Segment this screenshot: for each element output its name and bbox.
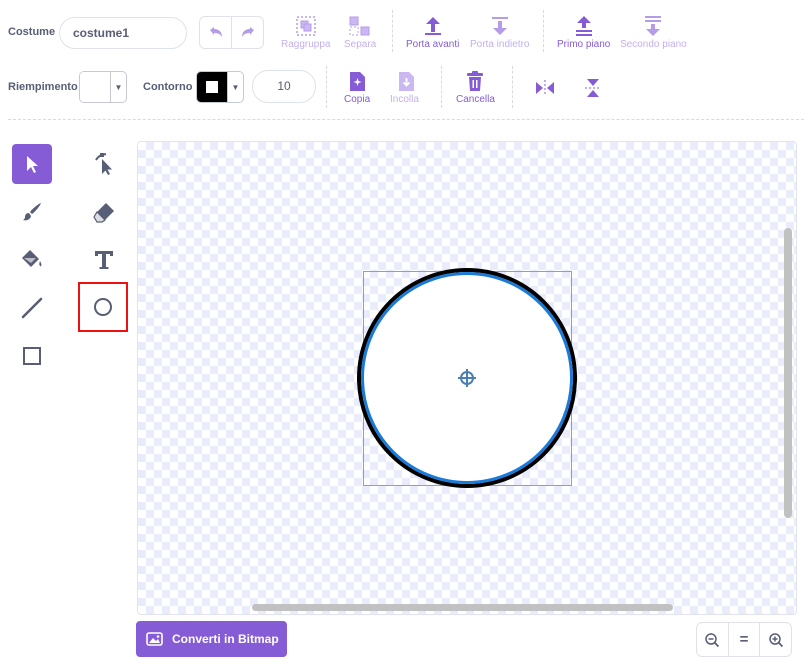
vertical-scrollbar[interactable] xyxy=(784,228,792,518)
fill-dropdown-icon: ▼ xyxy=(110,72,126,102)
circle-tool[interactable] xyxy=(78,282,128,332)
back-button[interactable] xyxy=(641,14,665,38)
text-icon xyxy=(95,251,113,269)
zoom-out-icon xyxy=(705,632,720,647)
undo-button[interactable] xyxy=(200,17,232,48)
costume-name-input[interactable]: costume1 xyxy=(59,17,187,49)
arrow-cursor-icon xyxy=(27,156,38,173)
paste-icon xyxy=(399,72,414,91)
ungroup-button[interactable] xyxy=(347,14,373,38)
fill-color-picker[interactable]: ▼ xyxy=(79,71,127,103)
trash-icon xyxy=(467,71,483,91)
rectangle-icon xyxy=(23,347,41,365)
eraser-icon xyxy=(93,203,114,223)
group-icon xyxy=(296,16,316,36)
horizontal-scrollbar[interactable] xyxy=(252,604,673,611)
undo-icon xyxy=(209,26,222,37)
group-label: Raggruppa xyxy=(281,39,331,50)
forward-button[interactable] xyxy=(421,14,445,38)
zoom-in-icon xyxy=(768,632,783,647)
canvas-drawing xyxy=(357,268,577,488)
outline-dropdown-icon: ▼ xyxy=(227,72,243,102)
front-label: Primo piano xyxy=(557,39,611,50)
undo-redo-group xyxy=(199,16,264,49)
delete-label: Cancella xyxy=(456,94,495,105)
backward-button[interactable] xyxy=(488,14,512,38)
backward-icon xyxy=(492,17,508,35)
divider xyxy=(543,10,544,52)
flip-vertical-button[interactable] xyxy=(582,77,604,99)
select-tool[interactable] xyxy=(12,144,52,184)
divider xyxy=(441,66,442,108)
flip-vertical-icon xyxy=(585,79,601,97)
text-tool[interactable] xyxy=(84,240,124,280)
outline-color-picker[interactable]: ▼ xyxy=(196,71,244,103)
paint-bucket-icon xyxy=(22,250,42,267)
image-icon xyxy=(146,632,163,646)
back-label: Secondo piano xyxy=(620,39,687,50)
back-icon xyxy=(645,16,661,36)
zoom-in-button[interactable] xyxy=(760,623,791,656)
divider xyxy=(512,66,513,108)
redo-icon xyxy=(241,26,254,37)
toolbar-divider xyxy=(8,119,804,120)
reshape-tool[interactable] xyxy=(84,144,124,184)
redo-button[interactable] xyxy=(232,17,263,48)
fill-swatch xyxy=(80,72,110,102)
front-icon xyxy=(576,16,592,36)
outline-width-input[interactable]: 10 xyxy=(252,70,316,103)
group-button[interactable] xyxy=(293,14,319,38)
paste-label: Incolla xyxy=(390,94,419,105)
copy-icon xyxy=(350,72,365,91)
zoom-controls: = xyxy=(696,622,792,657)
copy-button[interactable] xyxy=(346,70,368,94)
ungroup-label: Separa xyxy=(344,39,377,50)
fill-label: Riempimento xyxy=(8,81,78,93)
fill-tool[interactable] xyxy=(12,240,52,280)
divider xyxy=(392,10,393,52)
line-tool[interactable] xyxy=(12,288,52,328)
reshape-cursor-icon xyxy=(95,153,112,175)
copy-label: Copia xyxy=(344,94,371,105)
divider xyxy=(326,66,327,108)
forward-icon xyxy=(425,17,441,35)
line-icon xyxy=(21,297,43,319)
convert-to-bitmap-button[interactable]: Converti in Bitmap xyxy=(136,621,287,657)
ungroup-icon xyxy=(349,16,370,36)
front-button[interactable] xyxy=(572,14,596,38)
zoom-reset-button[interactable]: = xyxy=(729,623,761,656)
circle-icon xyxy=(94,298,112,316)
brush-icon xyxy=(23,203,41,221)
zoom-out-button[interactable] xyxy=(697,623,729,656)
flip-horizontal-icon xyxy=(536,80,554,96)
delete-button[interactable] xyxy=(464,70,486,94)
costume-label: Costume xyxy=(8,26,56,38)
paint-canvas[interactable] xyxy=(137,141,797,615)
zoom-reset-label: = xyxy=(739,631,749,648)
eraser-tool[interactable] xyxy=(84,192,124,232)
backward-label: Porta indietro xyxy=(470,39,530,50)
rectangle-tool[interactable] xyxy=(12,336,52,376)
forward-label: Porta avanti xyxy=(406,39,460,50)
brush-tool[interactable] xyxy=(12,192,52,232)
outline-label: Contorno xyxy=(143,81,193,93)
flip-horizontal-button[interactable] xyxy=(534,77,556,99)
convert-to-bitmap-label: Converti in Bitmap xyxy=(172,632,279,646)
paste-button[interactable] xyxy=(395,70,417,94)
outline-swatch xyxy=(197,72,227,102)
